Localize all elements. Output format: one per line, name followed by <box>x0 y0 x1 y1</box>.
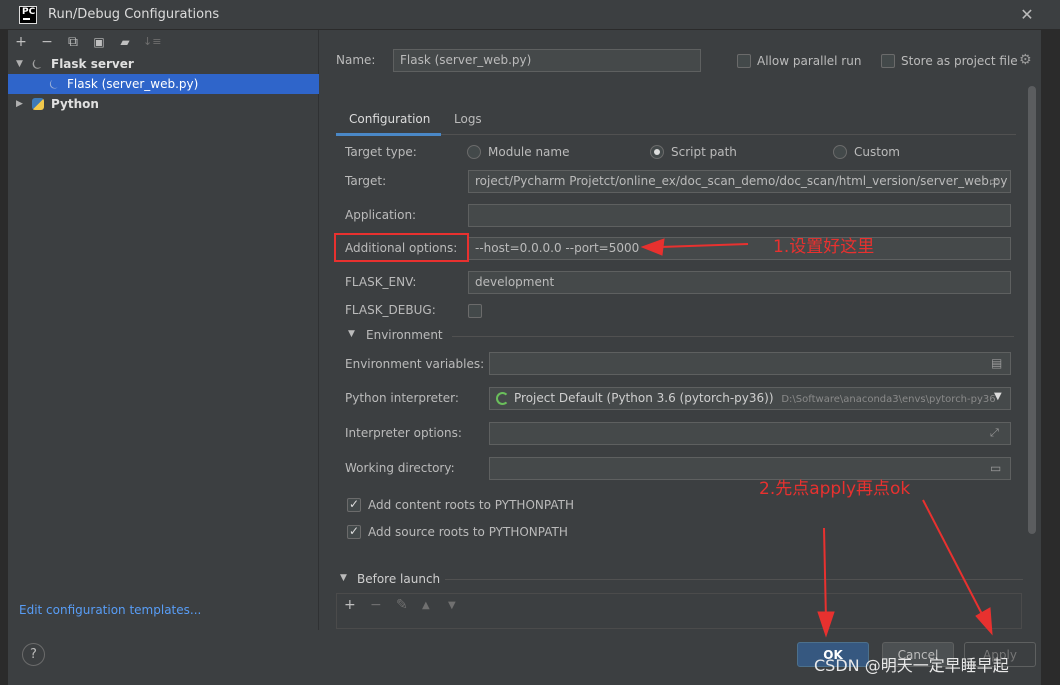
help-button[interactable]: ? <box>22 643 45 666</box>
flask-env-field[interactable]: development <box>468 271 1011 294</box>
interpreter-options-field[interactable] <box>489 422 1011 445</box>
move-down-icon[interactable]: ▼ <box>448 600 456 611</box>
background-window-edge <box>0 30 8 685</box>
tree-item-flask-server[interactable]: ▼ ⏾ Flask server <box>8 54 319 74</box>
folder-icon[interactable]: ▭ <box>990 461 1001 475</box>
remove-icon[interactable]: − <box>370 597 382 613</box>
sort-icon[interactable]: ↓≡ <box>143 34 161 50</box>
allow-parallel-run-checkbox[interactable] <box>737 54 751 68</box>
chevron-down-icon[interactable]: ▼ <box>994 391 1002 402</box>
new-folder-icon[interactable]: ▰ <box>117 34 133 50</box>
flask-icon: ⏾ <box>32 57 42 71</box>
python-interpreter-label: Python interpreter: <box>345 391 459 405</box>
annotation-highlight-box <box>334 233 469 262</box>
target-value: roject/Pycharm Projetct/online_ex/doc_sc… <box>475 174 1008 188</box>
copy-icon[interactable]: ⧉ <box>65 34 81 50</box>
tab-configuration[interactable]: Configuration <box>349 112 430 126</box>
add-source-roots-checkbox[interactable] <box>347 524 361 539</box>
interpreter-name: Project Default (Python 3.6 (pytorch-py3… <box>514 391 774 405</box>
chevron-down-icon[interactable]: ▼ <box>16 54 23 74</box>
target-field[interactable]: roject/Pycharm Projetct/online_ex/doc_sc… <box>468 170 1011 193</box>
environment-variables-label: Environment variables: <box>345 357 485 371</box>
configuration-tree-panel <box>8 30 319 630</box>
additional-options-field[interactable]: --host=0.0.0.0 --port=5000 <box>468 237 1011 260</box>
tree-item-label: Python <box>51 97 99 111</box>
script-path-label: Script path <box>671 145 737 159</box>
allow-parallel-run-label: Allow parallel run <box>757 54 862 68</box>
loading-spinner-icon <box>496 392 509 405</box>
vertical-scrollbar[interactable] <box>1028 86 1036 534</box>
remove-icon[interactable]: − <box>39 34 55 50</box>
environment-section-title[interactable]: Environment <box>366 328 443 342</box>
environment-divider <box>452 336 1014 337</box>
before-launch-list <box>336 593 1022 629</box>
window-title: Run/Debug Configurations <box>48 7 220 22</box>
flask-icon: ⏾ <box>49 77 59 91</box>
interpreter-path: D:\Software\anaconda3\envs\pytorch-py36 <box>781 394 996 405</box>
pycharm-app-icon: PC <box>19 6 37 24</box>
store-as-project-file-checkbox[interactable] <box>881 54 895 68</box>
document-icon[interactable]: ▤ <box>991 356 1002 370</box>
add-content-roots-checkbox[interactable] <box>347 497 361 512</box>
tree-item-python[interactable]: ▶ Python <box>8 94 319 114</box>
script-path-radio[interactable] <box>650 145 664 159</box>
tree-item-label: Flask (server_web.py) <box>67 77 199 91</box>
app-icon-text: PC <box>22 7 36 17</box>
module-name-label: Module name <box>488 145 570 159</box>
before-launch-title[interactable]: Before launch <box>357 572 440 586</box>
before-launch-divider <box>445 579 1023 580</box>
flask-env-label: FLASK_ENV: <box>345 275 417 289</box>
close-icon[interactable]: ✕ <box>1016 4 1038 26</box>
target-label: Target: <box>345 174 387 188</box>
application-label: Application: <box>345 208 417 222</box>
module-name-radio[interactable] <box>467 145 481 159</box>
target-type-label: Target type: <box>345 145 417 159</box>
expand-icon[interactable]: ⤢ <box>990 426 999 440</box>
tab-logs[interactable]: Logs <box>454 112 482 126</box>
save-icon[interactable]: ▣ <box>91 34 107 50</box>
python-icon <box>32 98 44 110</box>
name-label: Name: <box>336 53 376 67</box>
custom-radio[interactable] <box>833 145 847 159</box>
watermark: CSDN @明天一定早睡早起 <box>814 656 1009 675</box>
add-icon[interactable]: + <box>13 34 29 50</box>
add-content-roots-label: Add content roots to PYTHONPATH <box>368 498 574 512</box>
flask-debug-label: FLASK_DEBUG: <box>345 303 436 317</box>
folder-icon[interactable]: ▭ <box>989 174 1000 188</box>
move-up-icon[interactable]: ▲ <box>422 600 430 611</box>
working-directory-field[interactable] <box>489 457 1011 480</box>
edit-configuration-templates-link[interactable]: Edit configuration templates... <box>19 603 201 617</box>
annotation-note-1: 1.设置好这里 <box>773 237 875 257</box>
gear-icon[interactable]: ⚙ <box>1019 52 1032 68</box>
active-tab-indicator <box>336 133 441 136</box>
store-as-project-file-label: Store as project file <box>901 54 1018 68</box>
application-field[interactable] <box>468 204 1011 227</box>
working-directory-label: Working directory: <box>345 461 455 475</box>
custom-label: Custom <box>854 145 900 159</box>
python-interpreter-select[interactable]: Project Default (Python 3.6 (pytorch-py3… <box>489 387 1011 410</box>
edit-icon[interactable]: ✎ <box>396 597 408 613</box>
chevron-down-icon[interactable]: ▼ <box>340 573 347 583</box>
name-field[interactable]: Flask (server_web.py) <box>393 49 701 72</box>
tree-toolbar: + − ⧉ ▣ ▰ ↓≡ <box>8 30 319 54</box>
chevron-down-icon[interactable]: ▼ <box>348 329 355 339</box>
tree-item-flask-server-web[interactable]: ⏾ Flask (server_web.py) <box>8 74 319 94</box>
tree-item-label: Flask server <box>51 57 134 71</box>
annotation-note-2: 2.先点apply再点ok <box>759 479 911 499</box>
environment-variables-field[interactable] <box>489 352 1011 375</box>
flask-debug-checkbox[interactable] <box>468 304 482 318</box>
chevron-right-icon[interactable]: ▶ <box>16 94 23 114</box>
interpreter-options-label: Interpreter options: <box>345 426 462 440</box>
add-icon[interactable]: + <box>344 597 356 613</box>
add-source-roots-label: Add source roots to PYTHONPATH <box>368 525 568 539</box>
